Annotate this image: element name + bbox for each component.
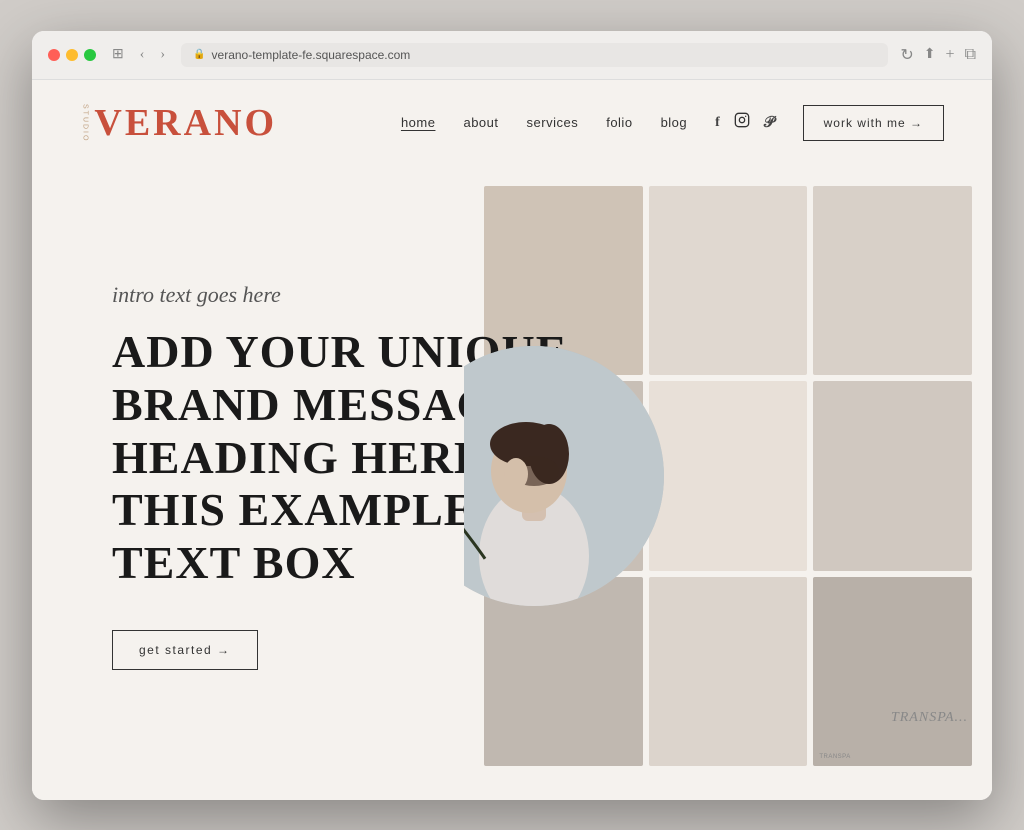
- social-links: f 𝒫: [715, 112, 775, 133]
- nav-link-blog[interactable]: blog: [661, 115, 688, 130]
- refresh-button[interactable]: ↻: [900, 45, 913, 65]
- facebook-icon[interactable]: f: [715, 115, 720, 131]
- get-started-button[interactable]: get started →: [112, 630, 258, 670]
- browser-chrome: ⊞ ‹ › 🔒 verano-template-fe.squarespace.c…: [32, 31, 992, 80]
- new-tab-button[interactable]: +: [946, 46, 955, 64]
- minimize-button[interactable]: [66, 49, 78, 61]
- logo-main-text: VERANO: [94, 104, 277, 142]
- maximize-button[interactable]: [84, 49, 96, 61]
- logo-area: STUDIO VERANO: [80, 104, 277, 142]
- site-nav: home about services folio blog f 𝒫: [401, 105, 944, 141]
- forward-button[interactable]: ›: [156, 45, 169, 65]
- instagram-icon[interactable]: [734, 112, 750, 133]
- url-text: verano-template-fe.squarespace.com: [212, 48, 411, 62]
- hero-section: intro text goes here ADD YOUR UNIQUE BRA…: [32, 166, 992, 786]
- url-bar[interactable]: 🔒 verano-template-fe.squarespace.com: [181, 43, 888, 67]
- work-with-me-button[interactable]: work with me →: [803, 105, 944, 141]
- browser-nav-controls: ⊞ ‹ ›: [108, 44, 169, 65]
- duplicate-button[interactable]: ⧉: [965, 46, 976, 64]
- mood-card-2: [649, 186, 808, 375]
- hero-image-area: TRANSPA: [464, 166, 992, 786]
- nav-link-folio[interactable]: folio: [606, 115, 632, 130]
- mood-card-5: [649, 381, 808, 570]
- mood-card-6: [813, 381, 972, 570]
- portrait-circle: [464, 346, 664, 606]
- browser-actions: ↻ ⬆ + ⧉: [900, 45, 976, 65]
- lock-icon: 🔒: [193, 49, 205, 60]
- nav-link-home[interactable]: home: [401, 115, 436, 130]
- nav-link-services[interactable]: services: [527, 115, 579, 130]
- traffic-lights: [48, 49, 96, 61]
- website-content: STUDIO VERANO home about services folio …: [32, 80, 992, 800]
- share-button[interactable]: ⬆: [924, 46, 936, 63]
- site-header: STUDIO VERANO home about services folio …: [32, 80, 992, 166]
- transp-label: TRANSPA: [819, 754, 850, 760]
- mood-card-3: [813, 186, 972, 375]
- back-button[interactable]: ‹: [136, 45, 149, 65]
- transparency-text: TRANSPA...: [891, 710, 968, 726]
- hero-intro-text: intro text goes here: [112, 282, 592, 308]
- nav-link-about[interactable]: about: [463, 115, 498, 130]
- pinterest-icon[interactable]: 𝒫: [764, 114, 775, 132]
- logo-side-text: STUDIO: [80, 104, 88, 142]
- browser-window: ⊞ ‹ › 🔒 verano-template-fe.squarespace.c…: [32, 31, 992, 800]
- mood-card-9: TRANSPA: [813, 577, 972, 766]
- window-icon[interactable]: ⊞: [108, 44, 128, 65]
- portrait-image: [464, 346, 664, 606]
- close-button[interactable]: [48, 49, 60, 61]
- mood-card-8: [649, 577, 808, 766]
